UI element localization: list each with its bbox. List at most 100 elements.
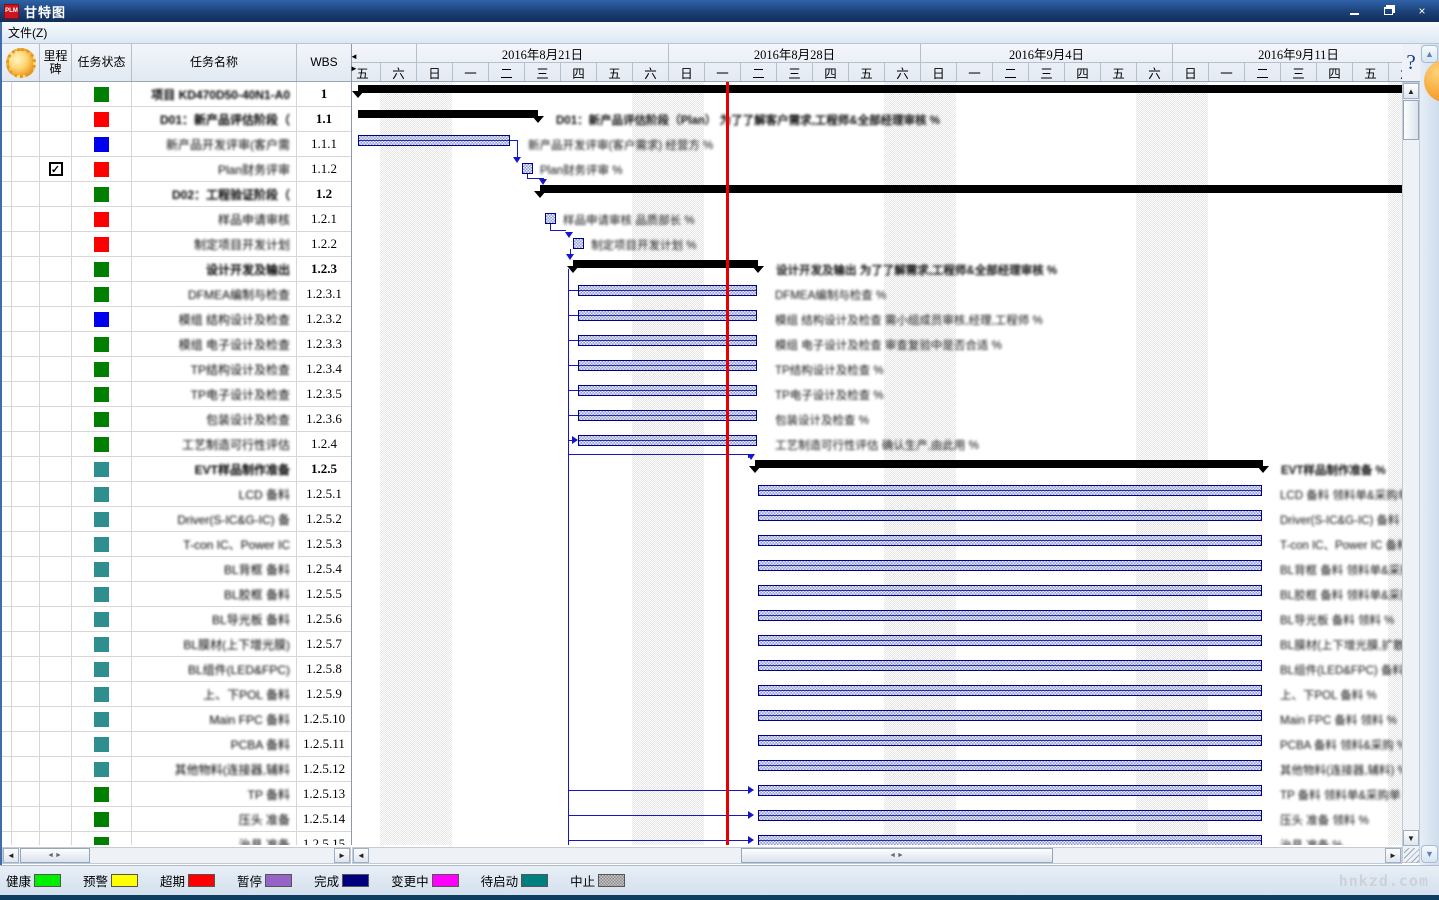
- task-point-marker[interactable]: [522, 163, 533, 174]
- task-bar[interactable]: [758, 735, 1262, 746]
- status-swatch: [94, 287, 109, 302]
- task-bar[interactable]: [758, 710, 1262, 721]
- task-row[interactable]: 新产品开发评审(客户需1.1.1: [2, 132, 351, 157]
- task-bar[interactable]: [578, 360, 757, 371]
- summary-bar[interactable]: [573, 260, 758, 268]
- task-bar[interactable]: [758, 585, 1262, 596]
- task-bar[interactable]: [578, 285, 757, 296]
- task-point-marker[interactable]: [545, 213, 556, 224]
- task-bar[interactable]: [578, 335, 757, 346]
- task-bar[interactable]: [578, 435, 757, 446]
- task-row[interactable]: 治具 准备1.2.5.15: [2, 832, 351, 845]
- task-row[interactable]: D01：新产品评估阶段（1.1: [2, 107, 351, 132]
- task-row[interactable]: BL胶框 备料1.2.5.5: [2, 582, 351, 607]
- task-row[interactable]: TP 备料1.2.5.13: [2, 782, 351, 807]
- task-bar[interactable]: [758, 610, 1262, 621]
- summary-bar[interactable]: [540, 185, 1402, 193]
- task-bar[interactable]: [578, 410, 757, 421]
- task-bar[interactable]: [758, 660, 1262, 671]
- task-bar[interactable]: [578, 310, 757, 321]
- legend-swatch: [598, 874, 625, 887]
- task-row[interactable]: 设计开发及输出1.2.3: [2, 257, 351, 282]
- task-bar[interactable]: [758, 635, 1262, 646]
- dependency-line: [568, 815, 750, 816]
- task-bar[interactable]: [758, 485, 1262, 496]
- task-bar[interactable]: [758, 535, 1262, 546]
- milestone-checkbox[interactable]: ✓: [49, 162, 63, 176]
- wbs-cell: 1.2.3: [297, 257, 351, 282]
- gantt-hscrollbar[interactable]: ◄ ◄► ►: [352, 847, 1402, 864]
- table-hscroll-thumb[interactable]: ◄►: [20, 848, 90, 863]
- gantt-hscroll-left-arrow-icon[interactable]: ◄: [353, 848, 369, 863]
- gantt-hscroll-thumb[interactable]: ◄►: [741, 848, 1053, 863]
- splitter-collapse-right-icon[interactable]: ►: [350, 64, 358, 74]
- task-bar[interactable]: [758, 785, 1262, 796]
- task-row[interactable]: 压头 准备1.2.5.14: [2, 807, 351, 832]
- vscroll-up-arrow-icon[interactable]: ▲: [1403, 83, 1419, 99]
- task-row[interactable]: LCD 备料1.2.5.1: [2, 482, 351, 507]
- task-row[interactable]: 工艺制造可行性评估1.2.4: [2, 432, 351, 457]
- task-row[interactable]: BL导光板 备料1.2.5.6: [2, 607, 351, 632]
- task-row[interactable]: TP电子设计及检查1.2.3.5: [2, 382, 351, 407]
- task-bar[interactable]: [578, 385, 757, 396]
- task-row[interactable]: 其他物料(连接器,辅料1.2.5.12: [2, 757, 351, 782]
- task-row[interactable]: PCBA 备料1.2.5.11: [2, 732, 351, 757]
- task-row[interactable]: 上、下POL 备料1.2.5.9: [2, 682, 351, 707]
- gantt-vscrollbar[interactable]: ▲ ▼: [1402, 82, 1420, 863]
- task-bar[interactable]: [758, 510, 1262, 521]
- page-scroll-down-icon[interactable]: ▼: [1421, 845, 1438, 863]
- task-row[interactable]: DFMEA编制与检查1.2.3.1: [2, 282, 351, 307]
- status-swatch: [94, 212, 109, 227]
- row-expand-cell: [12, 182, 40, 207]
- weekend-band: [632, 82, 668, 845]
- task-row[interactable]: TP结构设计及检查1.2.3.4: [2, 357, 351, 382]
- minimize-button[interactable]: [1343, 3, 1365, 18]
- status-cell: [72, 832, 132, 845]
- task-bar[interactable]: [758, 685, 1262, 696]
- task-row[interactable]: 模组 电子设计及检查1.2.3.3: [2, 332, 351, 357]
- close-button[interactable]: ×: [1411, 3, 1433, 18]
- wbs-cell: 1.1.1: [297, 132, 351, 157]
- task-row[interactable]: T-con IC、Power IC1.2.5.3: [2, 532, 351, 557]
- task-bar[interactable]: [758, 835, 1262, 845]
- page-scroll-up-icon[interactable]: ▲: [1421, 45, 1438, 63]
- gantt-hscroll-right-arrow-icon[interactable]: ►: [1385, 848, 1401, 863]
- task-row[interactable]: EVT样品制作准备1.2.5: [2, 457, 351, 482]
- task-row[interactable]: BL组件(LED&FPC)1.2.5.8: [2, 657, 351, 682]
- summary-bar[interactable]: [755, 460, 1263, 468]
- restore-button[interactable]: [1377, 3, 1399, 18]
- task-row[interactable]: D02：工程验证阶段（1.2: [2, 182, 351, 207]
- vscroll-thumb[interactable]: [1403, 100, 1419, 140]
- wbs-cell: 1.2.2: [297, 232, 351, 257]
- help-icon[interactable]: ?: [1406, 50, 1415, 75]
- task-row[interactable]: 样品申请审核1.2.1: [2, 207, 351, 232]
- summary-bar[interactable]: [358, 85, 1402, 93]
- task-row[interactable]: BL膜材(上下增光膜)1.2.5.7: [2, 632, 351, 657]
- task-row[interactable]: BL背框 备料1.2.5.4: [2, 557, 351, 582]
- menu-file[interactable]: 文件(Z): [8, 24, 47, 41]
- table-hscroll-right-arrow-icon[interactable]: ►: [334, 848, 350, 863]
- task-bar[interactable]: [758, 560, 1262, 571]
- task-row[interactable]: ✓Plan财务评审1.1.2: [2, 157, 351, 182]
- summary-bar[interactable]: [358, 110, 538, 118]
- task-row[interactable]: 项目 KD470D50-40N1-A01: [2, 82, 351, 107]
- task-row[interactable]: 制定项目开发计划1.2.2: [2, 232, 351, 257]
- row-gutter-cell: [2, 682, 12, 707]
- task-row[interactable]: Main FPC 备料1.2.5.10: [2, 707, 351, 732]
- task-bar[interactable]: [758, 810, 1262, 821]
- splitter-collapse-left-icon[interactable]: ◄: [350, 52, 358, 62]
- task-row[interactable]: 模组 结构设计及检查1.2.3.2: [2, 307, 351, 332]
- wbs-cell: 1.2.5.8: [297, 657, 351, 682]
- task-name-cell: 设计开发及输出: [132, 257, 297, 282]
- wbs-column-header: WBS: [297, 44, 351, 81]
- task-bar[interactable]: [358, 135, 510, 146]
- table-hscrollbar[interactable]: ◄ ◄► ►: [2, 847, 351, 864]
- status-swatch: [94, 162, 109, 177]
- resize-grip[interactable]: [1404, 848, 1419, 863]
- vscroll-down-arrow-icon[interactable]: ▼: [1403, 830, 1419, 846]
- task-row[interactable]: 包装设计及检查1.2.3.6: [2, 407, 351, 432]
- task-bar[interactable]: [758, 760, 1262, 771]
- task-row[interactable]: Driver(S-IC&G-IC) 备1.2.5.2: [2, 507, 351, 532]
- table-hscroll-left-arrow-icon[interactable]: ◄: [3, 848, 19, 863]
- task-point-marker[interactable]: [573, 238, 584, 249]
